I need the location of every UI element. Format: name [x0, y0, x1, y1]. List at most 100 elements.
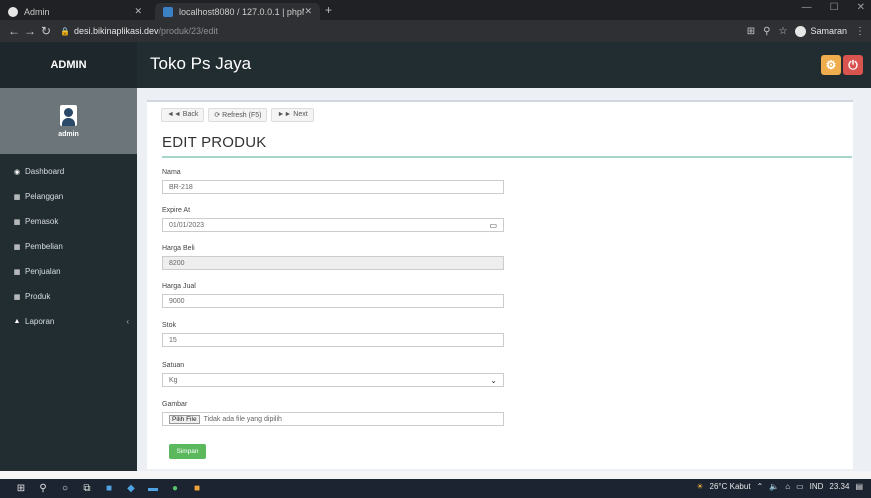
browser-tab-admin[interactable]: Admin ✕: [0, 3, 150, 20]
sidebar-item-pembelian[interactable]: ▦ Pembelian: [0, 234, 137, 259]
maximize-icon[interactable]: ☐: [830, 2, 839, 13]
nama-input[interactable]: BR-218: [162, 180, 504, 194]
search-icon[interactable]: ⚲: [32, 483, 54, 494]
main-content: ◄◄ Back ⟳ Refresh (F5) ►► Next EDIT PROD…: [137, 88, 871, 471]
sidebar-item-label: Laporan: [25, 317, 55, 326]
phpmyadmin-favicon-icon: [163, 6, 173, 17]
browser-address-bar: ← → ↻ 🔒 desi.bikinaplikasi.dev /produk/2…: [0, 20, 871, 42]
harga-jual-input[interactable]: 9000: [162, 294, 504, 308]
sidebar-item-pelanggan[interactable]: ▦ Pelanggan: [0, 184, 137, 209]
save-button[interactable]: Simpan: [169, 444, 206, 459]
next-button[interactable]: ►► Next: [271, 108, 314, 122]
edit-form-box: ◄◄ Back ⟳ Refresh (F5) ►► Next EDIT PROD…: [147, 100, 853, 469]
reload-icon[interactable]: ↻: [38, 24, 54, 38]
close-icon[interactable]: ✕: [304, 6, 312, 17]
harga-beli-value: 8200: [169, 259, 185, 267]
table-icon: ▦: [13, 243, 21, 251]
browser-tab-phpmyadmin[interactable]: localhost8080 / 127.0.0.1 | phpM ✕: [155, 3, 320, 20]
sidebar-item-label: Penjualan: [25, 267, 61, 276]
sidebar-item-pemasok[interactable]: ▦ Pemasok: [0, 209, 137, 234]
task-view-icon[interactable]: ⧉: [76, 483, 98, 494]
refresh-button[interactable]: ⟳ Refresh (F5): [208, 108, 268, 122]
notification-icon[interactable]: ▤: [855, 482, 863, 491]
table-icon: ▦: [13, 193, 21, 201]
dashboard-icon: ◉: [13, 168, 21, 176]
tab-title: Admin: [24, 6, 50, 17]
sidebar-item-dashboard[interactable]: ◉ Dashboard: [0, 159, 137, 184]
lock-icon: 🔒: [60, 26, 70, 36]
url-field[interactable]: 🔒 desi.bikinaplikasi.dev /produk/23/edit: [60, 23, 740, 39]
chrome-icon[interactable]: ●: [164, 483, 186, 494]
file-status: Tidak ada file yang dipilih: [203, 415, 282, 423]
window-controls: — ☐ ✕: [802, 2, 865, 13]
chart-icon: ▲: [13, 318, 21, 325]
settings-icon[interactable]: ⚙: [821, 55, 841, 75]
profile-name: Samaran: [810, 26, 847, 36]
sidebar-item-laporan[interactable]: ▲ Laporan ‹: [0, 309, 137, 334]
satuan-value: Kg: [169, 376, 178, 384]
new-tab-icon[interactable]: +: [325, 3, 332, 17]
os-taskbar: ⊞ ⚲ ○ ⧉ ■ ◆ ▬ ● ■ ☀ 26°C Kabut ⌃ 🔈 ⌂ ▭ I…: [0, 479, 871, 498]
app-icon[interactable]: ▬: [142, 483, 164, 494]
harga-beli-input[interactable]: 8200: [162, 256, 504, 270]
user-panel: admin: [0, 88, 137, 154]
choose-file-button[interactable]: Pilih File: [169, 414, 200, 424]
url-path: /produk/23/edit: [158, 26, 219, 36]
language-indicator[interactable]: IND: [810, 482, 824, 491]
expire-value: 01/01/2023: [169, 221, 205, 229]
horizontal-scrollbar[interactable]: [0, 471, 871, 479]
zoom-icon[interactable]: ⚲: [763, 26, 770, 37]
translate-icon[interactable]: ⊞: [747, 26, 755, 37]
expire-date-input[interactable]: 01/01/2023 ▭: [162, 218, 504, 232]
profile-button[interactable]: Samaran: [795, 25, 847, 37]
page-title: EDIT PRODUK: [162, 134, 267, 151]
app-header: ADMIN Toko Ps Jaya ⚙ ⏻: [0, 42, 871, 88]
minimize-icon[interactable]: —: [802, 2, 812, 13]
back-arrow-icon[interactable]: ←: [6, 24, 22, 38]
toolbar: ◄◄ Back ⟳ Refresh (F5) ►► Next: [161, 108, 314, 122]
windows-start-icon[interactable]: ⊞: [10, 483, 32, 494]
forward-arrow-icon[interactable]: →: [22, 24, 38, 38]
harga-jual-label: Harga Jual: [162, 283, 196, 290]
sidebar: admin ◉ Dashboard ▦ Pelanggan ▦ Pemasok ▦ Pe…: [0, 88, 137, 471]
satuan-label: Satuan: [162, 362, 185, 369]
profile-avatar-icon: [795, 25, 807, 37]
calendar-icon[interactable]: ▭: [489, 221, 497, 230]
battery-icon[interactable]: ▭: [796, 482, 804, 491]
sidebar-item-label: Pemasok: [25, 217, 59, 226]
weather-text[interactable]: 26°C Kabut: [710, 482, 751, 491]
sidebar-item-produk[interactable]: ▦ Produk: [0, 284, 137, 309]
sidebar-item-label: Pelanggan: [25, 192, 64, 201]
power-icon[interactable]: ⏻: [843, 55, 863, 75]
avatar: [60, 104, 77, 126]
harga-beli-label: Harga Beli: [162, 245, 195, 252]
stok-value: 15: [169, 336, 177, 344]
chevron-left-icon: ‹: [126, 317, 129, 326]
kebab-menu-icon[interactable]: ⋮: [855, 26, 865, 37]
stok-input[interactable]: 15: [162, 333, 504, 347]
gambar-label: Gambar: [162, 401, 188, 408]
back-button[interactable]: ◄◄ Back: [161, 108, 205, 122]
bookmark-star-icon[interactable]: ☆: [779, 26, 788, 37]
expire-label: Expire At: [162, 207, 191, 214]
table-icon: ▦: [13, 293, 21, 301]
sidebar-item-label: Produk: [25, 292, 51, 301]
cortana-icon[interactable]: ○: [54, 483, 76, 494]
table-icon: ▦: [13, 218, 21, 226]
close-icon[interactable]: ✕: [134, 6, 142, 17]
network-icon[interactable]: ⌂: [785, 482, 790, 491]
harga-jual-value: 9000: [169, 297, 185, 305]
speaker-icon[interactable]: 🔈: [769, 482, 779, 491]
satuan-select[interactable]: Kg ⌄: [162, 373, 504, 387]
app-icon[interactable]: ■: [98, 483, 120, 494]
brand-logo[interactable]: ADMIN: [0, 42, 137, 88]
gambar-file-input[interactable]: Pilih File Tidak ada file yang dipilih: [162, 412, 504, 426]
sidebar-item-penjualan[interactable]: ▦ Penjualan: [0, 259, 137, 284]
nama-value: BR-218: [169, 183, 193, 191]
edge-icon[interactable]: ◆: [120, 483, 142, 494]
file-explorer-icon[interactable]: ■: [186, 483, 208, 494]
weather-icon: ☀: [696, 482, 704, 491]
chevron-up-icon[interactable]: ⌃: [757, 482, 764, 491]
close-window-icon[interactable]: ✕: [857, 2, 865, 13]
clock[interactable]: 23.34: [829, 482, 849, 491]
